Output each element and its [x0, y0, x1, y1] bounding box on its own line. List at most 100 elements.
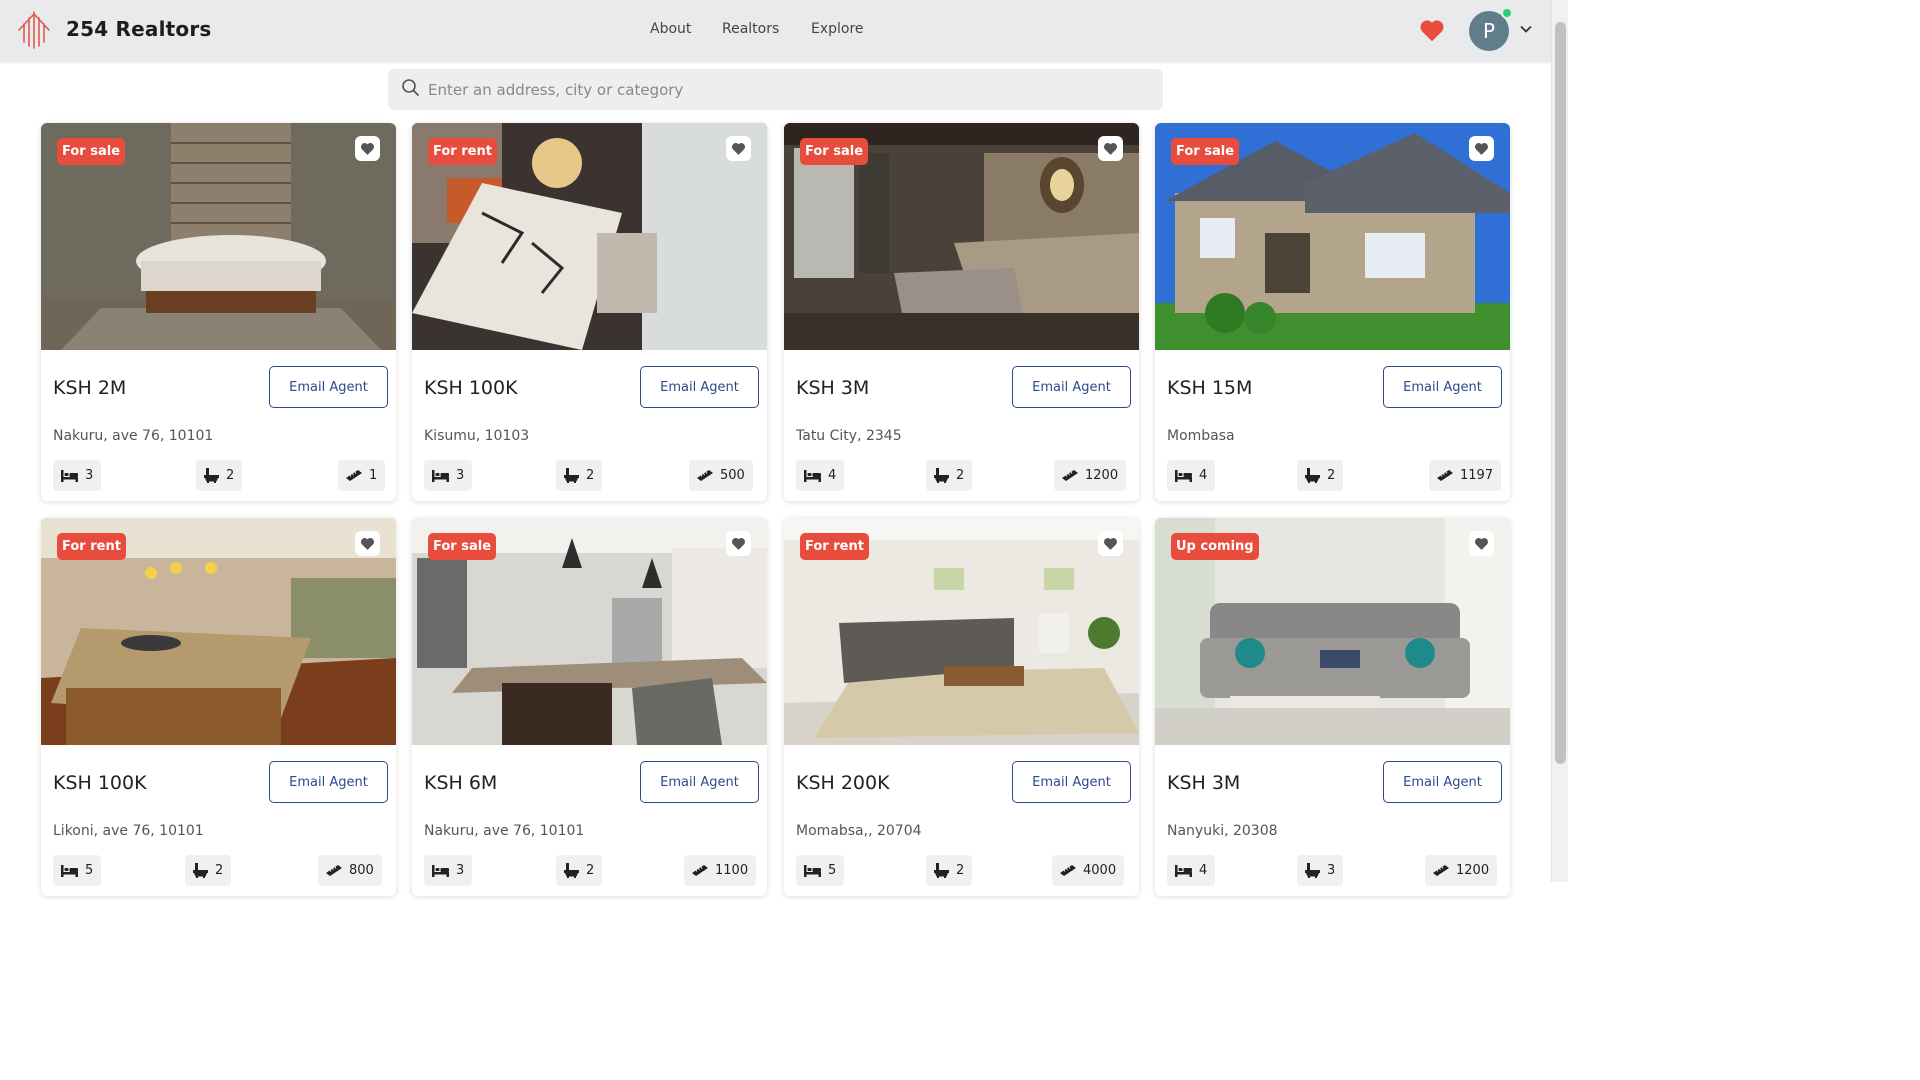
area-stat: 800: [318, 855, 382, 886]
heart-icon: [732, 143, 745, 155]
favorite-button[interactable]: [726, 531, 751, 556]
listing-price: KSH 2M: [53, 377, 127, 399]
email-agent-button[interactable]: Email Agent: [1383, 761, 1502, 803]
status-badge: For rent: [428, 138, 497, 165]
area-stat: 4000: [1052, 855, 1125, 886]
baths-stat: 2: [185, 855, 232, 886]
area-value: 1197: [1460, 468, 1494, 483]
favorite-button[interactable]: [1469, 136, 1494, 161]
favorite-button[interactable]: [1098, 531, 1123, 556]
area-value: 800: [349, 863, 374, 878]
beds-stat: 4: [1167, 460, 1216, 491]
baths-count: 2: [215, 863, 224, 878]
heart-icon: [732, 538, 745, 550]
heart-icon: [361, 538, 374, 550]
area-stat: 1197: [1429, 460, 1502, 491]
scrollbar-thumb[interactable]: [1555, 22, 1566, 764]
favorites-heart-icon[interactable]: [1417, 15, 1447, 45]
search-icon: [402, 79, 420, 97]
status-badge: Up coming: [1171, 533, 1259, 560]
ruler-icon: [1060, 865, 1076, 876]
area-stat: 1200: [1054, 460, 1127, 491]
beds-count: 5: [828, 863, 837, 878]
heart-icon: [1475, 143, 1488, 155]
area-stat: 1200: [1425, 855, 1498, 886]
nav-about[interactable]: About: [650, 21, 691, 37]
area-value: 1100: [715, 863, 749, 878]
favorite-button[interactable]: [1469, 531, 1494, 556]
status-badge: For sale: [800, 138, 869, 165]
nav-explore[interactable]: Explore: [811, 21, 864, 37]
listing-card[interactable]: For sale KSH 2M Email Agent Nakuru, ave …: [41, 123, 396, 501]
listing-address: Momabsa,, 20704: [796, 823, 922, 839]
beds-stat: 3: [424, 460, 473, 491]
ruler-icon: [697, 470, 713, 481]
listing-price: KSH 3M: [796, 377, 870, 399]
listing-price: KSH 3M: [1167, 772, 1241, 794]
baths-count: 2: [226, 468, 235, 483]
baths-count: 2: [956, 468, 965, 483]
search-input[interactable]: [428, 69, 1148, 110]
nav-realtors[interactable]: Realtors: [722, 21, 779, 37]
listing-price: KSH 15M: [1167, 377, 1253, 399]
favorite-button[interactable]: [355, 136, 380, 161]
ruler-icon: [1437, 470, 1453, 481]
ruler-icon: [1433, 865, 1449, 876]
listing-card[interactable]: For rent KSH 200K Email Agent Momabsa,, …: [784, 518, 1139, 896]
area-value: 4000: [1083, 863, 1117, 878]
bed-icon: [1175, 469, 1192, 482]
beds-count: 4: [828, 468, 837, 483]
listing-address: Nakuru, ave 76, 10101: [424, 823, 585, 839]
email-agent-button[interactable]: Email Agent: [1383, 366, 1502, 408]
beds-count: 3: [456, 863, 465, 878]
status-badge: For rent: [57, 533, 126, 560]
listing-price: KSH 200K: [796, 772, 890, 794]
baths-count: 2: [1327, 468, 1336, 483]
bath-icon: [564, 468, 579, 483]
listing-price: KSH 100K: [424, 377, 518, 399]
favorite-button[interactable]: [1098, 136, 1123, 161]
area-value: 500: [720, 468, 745, 483]
listing-price: KSH 100K: [53, 772, 147, 794]
area-value: 1200: [1085, 468, 1119, 483]
beds-stat: 3: [424, 855, 473, 886]
bed-icon: [1175, 864, 1192, 877]
beds-count: 3: [85, 468, 94, 483]
bed-icon: [804, 864, 821, 877]
email-agent-button[interactable]: Email Agent: [269, 761, 388, 803]
status-badge: For sale: [1171, 138, 1240, 165]
bath-icon: [934, 468, 949, 483]
email-agent-button[interactable]: Email Agent: [1012, 366, 1131, 408]
bath-icon: [193, 863, 208, 878]
logo-icon[interactable]: [16, 10, 52, 50]
bed-icon: [432, 469, 449, 482]
beds-stat: 5: [796, 855, 845, 886]
listing-card[interactable]: For rent KSH 100K Email Agent Kisumu, 10…: [412, 123, 767, 501]
baths-stat: 2: [1297, 460, 1344, 491]
email-agent-button[interactable]: Email Agent: [640, 366, 759, 408]
brand-name[interactable]: 254 Realtors: [66, 17, 212, 41]
page-scrollbar[interactable]: [1551, 0, 1568, 882]
listing-card[interactable]: For sale KSH 15M Email Agent Mombasa 4 2…: [1155, 123, 1510, 501]
baths-count: 3: [1327, 863, 1336, 878]
baths-count: 2: [586, 468, 595, 483]
favorite-button[interactable]: [726, 136, 751, 161]
listing-card[interactable]: For rent KSH 100K Email Agent Likoni, av…: [41, 518, 396, 896]
email-agent-button[interactable]: Email Agent: [640, 761, 759, 803]
heart-icon: [1475, 538, 1488, 550]
listing-address: Likoni, ave 76, 10101: [53, 823, 204, 839]
ruler-icon: [346, 470, 362, 481]
email-agent-button[interactable]: Email Agent: [269, 366, 388, 408]
top-navbar: 254 Realtors About Realtors Explore P: [0, 0, 1551, 61]
favorite-button[interactable]: [355, 531, 380, 556]
email-agent-button[interactable]: Email Agent: [1012, 761, 1131, 803]
listing-card[interactable]: For sale KSH 6M Email Agent Nakuru, ave …: [412, 518, 767, 896]
area-stat: 1100: [684, 855, 757, 886]
beds-count: 5: [85, 863, 94, 878]
listing-card[interactable]: Up coming KSH 3M Email Agent Nanyuki, 20…: [1155, 518, 1510, 896]
listing-address: Mombasa: [1167, 428, 1235, 444]
chevron-down-icon[interactable]: [1519, 22, 1533, 36]
bed-icon: [804, 469, 821, 482]
beds-count: 4: [1199, 468, 1208, 483]
listing-card[interactable]: For sale KSH 3M Email Agent Tatu City, 2…: [784, 123, 1139, 501]
